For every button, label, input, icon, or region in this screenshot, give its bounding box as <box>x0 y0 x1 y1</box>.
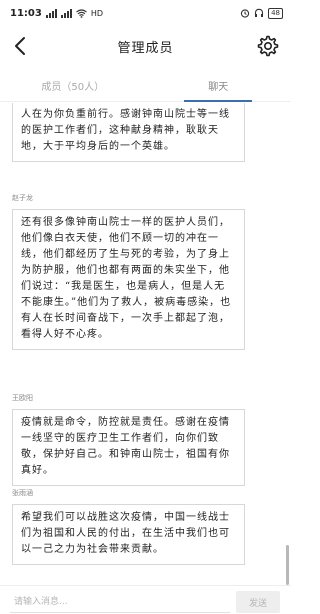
status-left: 11:03 HD <box>10 8 103 19</box>
message-bubble: 还有很多像钟南山院士一样的医护人员们，他们像白衣天使，他们不顾一切的冲在一线，他… <box>12 209 245 350</box>
gear-icon[interactable] <box>257 35 279 57</box>
chat-message-list[interactable]: 人在为你负重前行。感谢钟南山院士等一线的医护工作者们，这种献身精神，耿耿天地，大… <box>0 103 291 585</box>
sender-name: 王欧阳 <box>12 394 33 402</box>
message-bubble: 疫情就是命令，防控就是责任。感谢在疫情一线坚守的医疗卫生工作者们，向你们致敬，保… <box>12 409 245 486</box>
battery-icon: 48 <box>268 7 283 19</box>
wifi-icon <box>76 8 87 18</box>
message-input[interactable] <box>10 591 230 613</box>
sender-name: 赵子龙 <box>12 194 33 202</box>
tab-chat-label: 聊天 <box>208 82 229 93</box>
message-bubble: 希望我们可以战胜这次疫情，中国一线战士们为祖国和人民的付出，在生活中我们也可以一… <box>12 504 245 565</box>
page-title: 管理成员 <box>117 40 174 56</box>
network-type-label: HD <box>90 8 104 18</box>
back-arrow-icon[interactable] <box>10 34 32 58</box>
status-time: 11:03 <box>10 7 42 19</box>
headphones-icon <box>255 8 264 17</box>
status-right: 48 <box>240 7 283 19</box>
signal-icon-2 <box>60 8 72 18</box>
sender-name: 张雨涵 <box>12 489 33 497</box>
alarm-icon <box>240 9 250 18</box>
status-bar: 11:03 HD 48 <box>0 0 291 26</box>
nav-bar: 管理成员 <box>0 26 291 66</box>
signal-icon <box>45 8 57 18</box>
tab-members[interactable]: 成员（50人） <box>0 70 146 101</box>
chat-message: 王欧阳 疫情就是命令，防控就是责任。感谢在疫情一线坚守的医疗卫生工作者们，向你们… <box>12 393 287 486</box>
chat-message: 人在为你负重前行。感谢钟南山院士等一线的医护工作者们，这种献身精神，耿耿天地，大… <box>12 103 287 162</box>
chat-scrollbar[interactable] <box>286 545 289 585</box>
message-input-bar: 发送 <box>0 585 291 614</box>
message-bubble: 人在为你负重前行。感谢钟南山院士等一线的医护工作者们，这种献身精神，耿耿天地，大… <box>12 103 245 162</box>
tab-members-label: 成员（50人） <box>41 82 105 93</box>
tab-chat[interactable]: 聊天 <box>146 70 292 101</box>
send-button[interactable]: 发送 <box>236 591 280 613</box>
chat-message: 赵子龙 还有很多像钟南山院士一样的医护人员们，他们像白衣天使，他们不顾一切的冲在… <box>12 193 287 350</box>
chat-message: 张雨涵 希望我们可以战胜这次疫情，中国一线战士们为祖国和人民的付出，在生活中我们… <box>12 488 287 565</box>
tab-bar: 成员（50人） 聊天 <box>0 70 291 102</box>
